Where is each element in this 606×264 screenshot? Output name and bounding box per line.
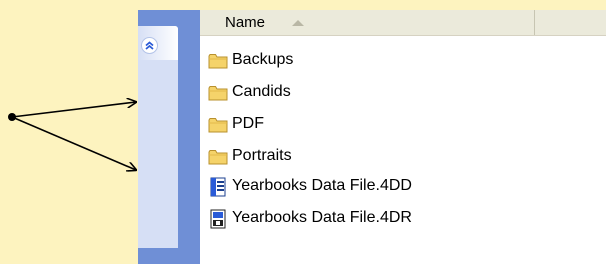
column-header-name-label: Name (225, 14, 266, 31)
explorer-window: Name Backups Candids PDF Portraits Yearb… (138, 10, 606, 264)
resource-file-icon (210, 209, 226, 229)
folder-icon (208, 118, 228, 133)
collapse-button[interactable] (141, 37, 158, 54)
task-pane (138, 10, 200, 264)
file-name: Yearbooks Data File.4DD (232, 177, 412, 194)
file-list-pane: Name Backups Candids PDF Portraits Yearb… (200, 10, 606, 264)
column-header-name[interactable]: Name (200, 10, 535, 35)
file-name: PDF (232, 115, 264, 132)
data-file-icon (210, 177, 226, 197)
file-name: Portraits (232, 147, 292, 164)
list-blank-area (539, 36, 606, 264)
file-name: Candids (232, 83, 291, 100)
sort-ascending-icon (292, 20, 304, 26)
double-chevron-up-icon (145, 41, 154, 50)
folder-icon (208, 86, 228, 101)
annotation-arrow-upper (11, 102, 136, 118)
file-name: Yearbooks Data File.4DR (232, 209, 412, 226)
annotation-dot (8, 113, 16, 121)
column-header-bar: Name (200, 10, 606, 36)
file-name: Backups (232, 51, 294, 68)
annotation-arrow-lower (11, 116, 136, 170)
folder-icon (208, 54, 228, 69)
folder-icon (208, 150, 228, 165)
